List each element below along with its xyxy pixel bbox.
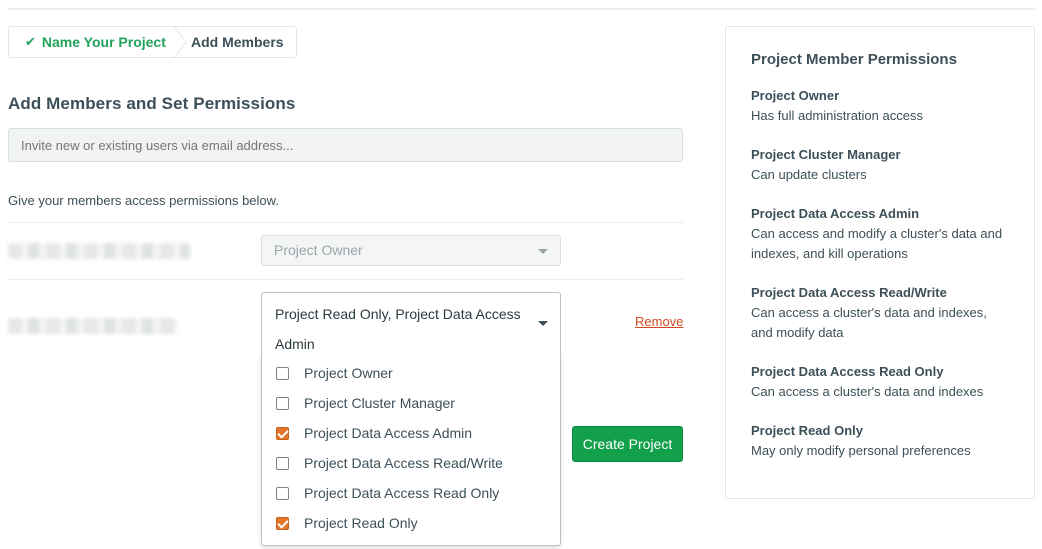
- permission-name: Project Data Access Read/Write: [751, 285, 947, 300]
- chevron-right-icon: [173, 26, 187, 58]
- checkbox-unchecked[interactable]: [276, 456, 289, 470]
- role-option-read-only[interactable]: Project Read Only: [262, 508, 560, 538]
- breadcrumb-step-name-project[interactable]: ✔ Name Your Project: [9, 26, 187, 58]
- member-role-select-disabled: Project Owner: [261, 235, 561, 266]
- caret-down-icon: [538, 321, 548, 326]
- role-option-label: Project Data Access Read/Write: [304, 455, 503, 471]
- member-name-redacted: [8, 243, 190, 259]
- permission-description: Can access a cluster's data and indexes: [751, 384, 984, 399]
- member-role-select[interactable]: Project Read Only, Project Data Access A…: [261, 292, 561, 354]
- permission-description: May only modify personal preferences: [751, 443, 971, 458]
- role-option-project-owner[interactable]: Project Owner: [262, 358, 560, 388]
- permission-item: Project Cluster Manager Can update clust…: [751, 145, 1034, 185]
- permission-item: Project Data Access Read/Write Can acces…: [751, 283, 1034, 343]
- role-option-data-access-read-only[interactable]: Project Data Access Read Only: [262, 478, 560, 508]
- permission-description: Can update clusters: [751, 167, 867, 182]
- top-divider: [8, 8, 1035, 10]
- role-option-label: Project Read Only: [304, 515, 418, 531]
- select-value: Project Read Only, Project Data Access A…: [275, 306, 521, 352]
- row-divider: [8, 222, 683, 223]
- permission-name: Project Owner: [751, 88, 840, 103]
- role-dropdown-menu: Project Owner Project Cluster Manager Pr…: [261, 353, 561, 546]
- checkbox-unchecked[interactable]: [276, 396, 289, 410]
- checkbox-unchecked[interactable]: [276, 486, 289, 500]
- caret-down-icon: [538, 249, 548, 254]
- checkbox-checked[interactable]: [276, 426, 289, 440]
- remove-member-link[interactable]: Remove: [635, 314, 683, 329]
- breadcrumb-step-label: Name Your Project: [41, 34, 166, 50]
- permission-description: Has full administration access: [751, 108, 923, 123]
- breadcrumb-step-add-members: Add Members: [191, 34, 284, 50]
- panel-title: Project Member Permissions: [751, 51, 957, 68]
- create-project-button[interactable]: Create Project: [572, 426, 683, 462]
- checkbox-checked[interactable]: [276, 516, 289, 530]
- role-option-label: Project Owner: [304, 365, 393, 381]
- role-option-data-access-read-write[interactable]: Project Data Access Read/Write: [262, 448, 560, 478]
- permission-name: Project Data Access Admin: [751, 206, 920, 221]
- permission-item: Project Owner Has full administration ac…: [751, 86, 1034, 126]
- permission-item: Project Data Access Admin Can access and…: [751, 204, 1034, 264]
- role-option-cluster-manager[interactable]: Project Cluster Manager: [262, 388, 560, 418]
- role-option-label: Project Data Access Admin: [304, 425, 473, 441]
- permission-name: Project Read Only: [751, 423, 863, 438]
- permission-description: Can access a cluster's data and indexes,…: [751, 305, 987, 340]
- row-divider: [8, 279, 683, 280]
- page-title: Add Members and Set Permissions: [8, 94, 296, 113]
- member-name-redacted: [8, 318, 178, 334]
- permission-item: Project Read Only May only modify person…: [751, 421, 1034, 461]
- permission-name: Project Cluster Manager: [751, 147, 901, 162]
- checkbox-unchecked[interactable]: [276, 366, 289, 380]
- instructions-text: Give your members access permissions bel…: [8, 193, 279, 208]
- permission-item: Project Data Access Read Only Can access…: [751, 362, 1034, 402]
- role-option-data-access-admin[interactable]: Project Data Access Admin: [262, 418, 560, 448]
- select-value: Project Owner: [274, 242, 363, 258]
- checkmark-icon: ✔: [25, 34, 36, 49]
- permissions-info-panel: Project Member Permissions Project Owner…: [725, 26, 1035, 499]
- breadcrumb: ✔ Name Your Project Add Members: [8, 26, 297, 58]
- permission-name: Project Data Access Read Only: [751, 364, 944, 379]
- permission-description: Can access and modify a cluster's data a…: [751, 226, 1003, 261]
- invite-email-input[interactable]: [8, 128, 683, 162]
- role-option-label: Project Cluster Manager: [304, 395, 455, 411]
- role-option-label: Project Data Access Read Only: [304, 485, 500, 501]
